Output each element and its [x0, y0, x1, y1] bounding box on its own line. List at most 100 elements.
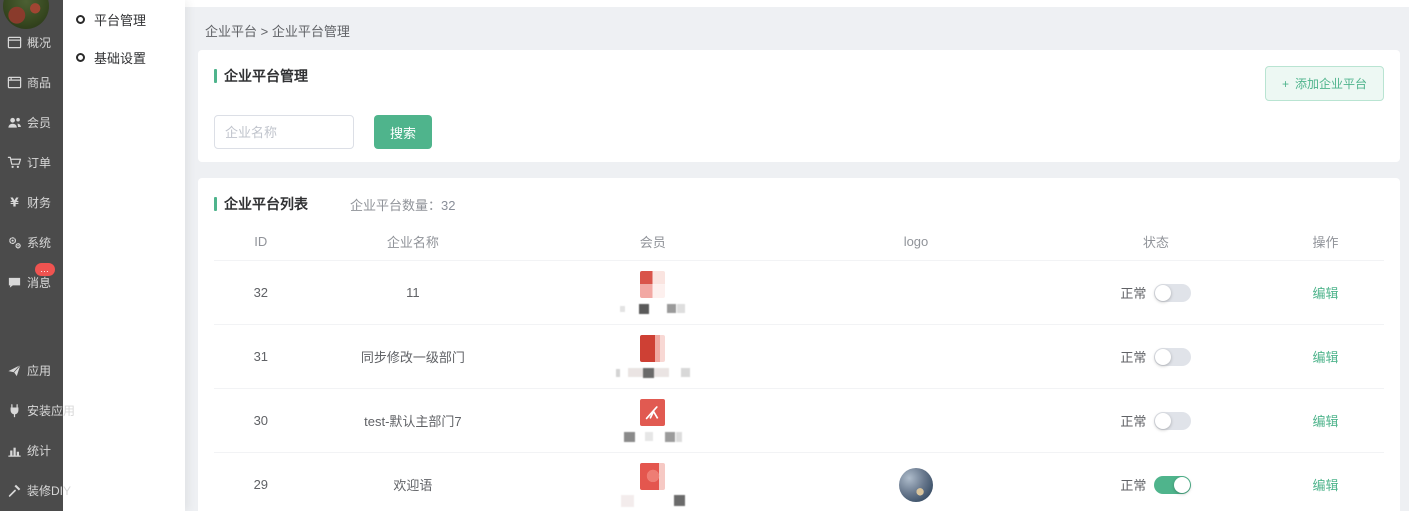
sidebar-item-10[interactable]: 装修DIY: [0, 470, 63, 510]
logo-image: [899, 468, 933, 502]
cell-name: 11: [308, 285, 519, 300]
cell-id: 30: [214, 413, 308, 428]
add-button-label: 添加企业平台: [1295, 75, 1367, 92]
orders-icon: [7, 155, 22, 170]
status-label: 正常: [1120, 411, 1146, 430]
messages-icon: [7, 275, 22, 290]
sidebar-item-7[interactable]: 应用: [0, 350, 63, 390]
sidebar-item-4[interactable]: ¥ 财务: [0, 182, 63, 222]
status-toggle[interactable]: [1154, 348, 1191, 366]
toggle-knob: [1174, 477, 1190, 493]
system-icon: [7, 235, 22, 250]
status-toggle[interactable]: [1154, 412, 1191, 430]
unread-badge: …: [35, 263, 55, 276]
sidebar-item-2[interactable]: 会员: [0, 102, 63, 142]
radio-icon: [76, 53, 85, 62]
primary-nav: 概况 商品 会员 订单 ¥ 财务 系统 消息 … 应用: [0, 22, 63, 510]
cell-action: 编辑: [1267, 283, 1384, 302]
member-avatar: [640, 271, 665, 298]
radio-icon: [76, 15, 85, 24]
table-row: 32 11 正常 编辑: [214, 260, 1384, 324]
submenu-item-1[interactable]: 基础设置: [63, 38, 185, 76]
diy-icon: [7, 483, 22, 498]
finance-icon: ¥: [7, 195, 22, 210]
plus-icon: +: [1282, 77, 1289, 91]
edit-link[interactable]: 编辑: [1312, 350, 1338, 365]
sidebar-item-label: 财务: [27, 194, 51, 211]
cell-status: 正常: [1045, 347, 1267, 366]
sidebar-item-1[interactable]: 商品: [0, 62, 63, 102]
nav-group-gap: [0, 302, 63, 350]
search-card: 企业平台管理 + 添加企业平台 搜索: [198, 50, 1400, 162]
member-avatar: [640, 335, 665, 362]
column-header: 会员: [518, 232, 787, 251]
top-header-edge: [185, 0, 1409, 7]
count-label: 企业平台数量：: [350, 198, 441, 213]
sidebar-item-label: 会员: [27, 114, 51, 131]
table-row: 31 同步修改一级部门 正常 编辑: [214, 324, 1384, 388]
sidebar-item-label: 消息: [27, 274, 51, 291]
status-label: 正常: [1120, 347, 1146, 366]
status-label: 正常: [1120, 475, 1146, 494]
search-button[interactable]: 搜索: [374, 115, 432, 149]
cell-member: [518, 271, 787, 314]
platform-count: 企业平台数量：32: [350, 195, 455, 214]
edit-link[interactable]: 编辑: [1312, 478, 1338, 493]
column-header: 操作: [1267, 232, 1384, 251]
main-content: 企业平台 > 企业平台管理 企业平台管理 + 添加企业平台 搜索 企业平台列表 …: [185, 0, 1409, 511]
edit-link[interactable]: 编辑: [1312, 414, 1338, 429]
column-header: logo: [787, 234, 1044, 249]
status-toggle[interactable]: [1154, 476, 1191, 494]
sidebar-item-5[interactable]: 系统: [0, 222, 63, 262]
platform-table: ID企业名称会员logo状态操作 32 11 正常 编辑 31 同步修改一级部门: [214, 222, 1384, 511]
sidebar-item-label: 概况: [27, 34, 51, 51]
sidebar-item-label: 订单: [27, 154, 51, 171]
sidebar-item-0[interactable]: 概况: [0, 22, 63, 62]
cell-member: [518, 463, 787, 506]
table-body: 32 11 正常 编辑 31 同步修改一级部门: [214, 260, 1384, 511]
overview-icon: [7, 35, 22, 50]
sidebar-item-label: 装修DIY: [27, 482, 71, 499]
sidebar-item-6[interactable]: 消息 …: [0, 262, 63, 302]
sidebar-item-3[interactable]: 订单: [0, 142, 63, 182]
count-value: 32: [441, 198, 455, 213]
enterprise-name-input[interactable]: [214, 115, 354, 149]
cell-id: 32: [214, 285, 308, 300]
title-accent-bar: [214, 69, 217, 83]
sidebar-item-8[interactable]: 安装应用: [0, 390, 63, 430]
table-header-row: ID企业名称会员logo状态操作: [214, 222, 1384, 260]
table-row: 30 test-默认主部门7 正常 编辑: [214, 388, 1384, 452]
sidebar-item-label: 系统: [27, 234, 51, 251]
cell-action: 编辑: [1267, 347, 1384, 366]
toggle-knob: [1155, 285, 1171, 301]
sidebar-item-label: 商品: [27, 74, 51, 91]
status-toggle[interactable]: [1154, 284, 1191, 302]
secondary-sidebar: 平台管理 基础设置: [63, 0, 185, 511]
member-redacted-text: [624, 431, 682, 442]
add-enterprise-button[interactable]: + 添加企业平台: [1265, 66, 1384, 101]
page-title: 企业平台管理: [224, 66, 308, 86]
member-avatar: [640, 399, 665, 426]
sidebar-item-label: 统计: [27, 442, 51, 459]
member-redacted-text: [621, 495, 685, 506]
sidebar-item-label: 应用: [27, 362, 51, 379]
title-accent-bar: [214, 197, 217, 211]
cell-name: 同步修改一级部门: [308, 347, 519, 366]
cell-name: 欢迎语: [308, 475, 519, 494]
edit-link[interactable]: 编辑: [1312, 286, 1338, 301]
column-header: 状态: [1045, 232, 1267, 251]
cell-action: 编辑: [1267, 411, 1384, 430]
cell-action: 编辑: [1267, 475, 1384, 494]
member-redacted-text: [616, 367, 690, 378]
toggle-knob: [1155, 349, 1171, 365]
member-redacted-text: [620, 303, 685, 314]
cell-name: test-默认主部门7: [308, 411, 519, 430]
cell-status: 正常: [1045, 411, 1267, 430]
apps-icon: [7, 363, 22, 378]
sidebar-item-9[interactable]: 统计: [0, 430, 63, 470]
products-icon: [7, 75, 22, 90]
status-label: 正常: [1120, 283, 1146, 302]
breadcrumb: 企业平台 > 企业平台管理: [205, 21, 350, 40]
cell-id: 29: [214, 477, 308, 492]
submenu-item-0[interactable]: 平台管理: [63, 0, 185, 38]
